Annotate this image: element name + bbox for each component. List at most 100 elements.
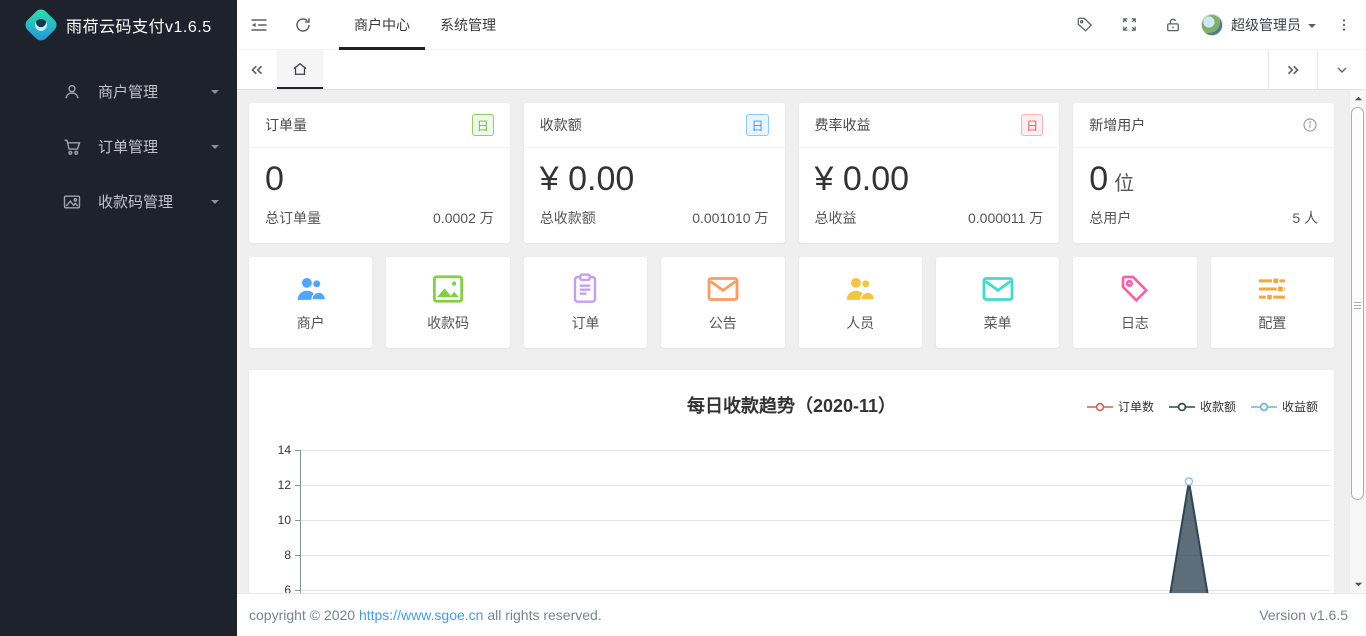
- shortcut-row: 商户 收款码 订单 公告: [249, 257, 1334, 348]
- shortcut-label: 公告: [709, 313, 737, 333]
- copyright-prefix: copyright © 2020: [249, 607, 359, 623]
- fullscreen-icon[interactable]: [1107, 0, 1151, 50]
- stat-footer-value: 5 人: [1292, 208, 1318, 228]
- sidebar-item-merchant-management[interactable]: 商户管理: [0, 64, 237, 119]
- stat-value: 0: [1089, 160, 1108, 198]
- envelope-icon: [979, 272, 1017, 306]
- tabs-scroll-right-icon[interactable]: [1269, 50, 1317, 89]
- image-icon: [429, 272, 467, 306]
- shortcut-staff[interactable]: 人员: [799, 257, 922, 348]
- y-axis-label: 12: [278, 478, 291, 492]
- tag-icon[interactable]: [1063, 0, 1107, 50]
- legend-label: 订单数: [1118, 398, 1154, 415]
- sidebar-item-qrcode-management[interactable]: 收款码管理: [0, 174, 237, 229]
- stat-value-suffix: 位: [1114, 173, 1134, 195]
- shortcut-label: 收款码: [427, 313, 469, 333]
- stat-value: ¥ 0.00: [815, 160, 910, 198]
- shortcut-logs[interactable]: 日志: [1073, 257, 1196, 348]
- shortcut-menu[interactable]: 菜单: [936, 257, 1059, 348]
- version-text: Version v1.6.5: [1259, 607, 1348, 623]
- content-area: 订单量 日 0 总订单量 0.0002 万 收款额 日 ¥ 0.00 总收款额 …: [237, 90, 1366, 593]
- copyright-text: copyright © 2020 https://www.sgoe.cn all…: [249, 607, 602, 623]
- sidebar-item-order-management[interactable]: 订单管理: [0, 119, 237, 174]
- sliders-icon: [1253, 272, 1291, 306]
- sidebar-item-label: 收款码管理: [98, 191, 209, 212]
- sidebar-item-label: 商户管理: [98, 81, 209, 102]
- stat-card-new-users: 新增用户 0位 总用户 5 人: [1073, 103, 1334, 243]
- tag-icon: [1116, 272, 1154, 306]
- shortcut-settings[interactable]: 配置: [1211, 257, 1334, 348]
- vertical-scrollbar[interactable]: [1349, 90, 1366, 593]
- stat-card-received: 收款额 日 ¥ 0.00 总收款额 0.001010 万: [524, 103, 785, 243]
- stat-footer-value: 0.0002 万: [433, 208, 494, 228]
- user-name[interactable]: 超级管理员: [1231, 15, 1301, 35]
- shortcut-announcement[interactable]: 公告: [661, 257, 784, 348]
- scrollbar-grip: [1354, 300, 1361, 311]
- top-nav-tabs: 商户中心 系统管理: [339, 0, 511, 50]
- shortcut-label: 菜单: [984, 313, 1012, 333]
- scroll-up-icon[interactable]: [1350, 90, 1366, 107]
- day-badge[interactable]: 日: [472, 114, 494, 136]
- day-badge[interactable]: 日: [1021, 114, 1043, 136]
- stat-footer-label: 总订单量: [265, 208, 321, 228]
- scroll-down-icon[interactable]: [1350, 576, 1366, 593]
- y-axis-label: 14: [278, 443, 291, 457]
- tabbar-right: [1268, 50, 1366, 89]
- stat-card-orders: 订单量 日 0 总订单量 0.0002 万: [249, 103, 510, 243]
- avatar[interactable]: [1201, 14, 1223, 36]
- tabs-scroll-left-icon[interactable]: [237, 50, 277, 89]
- legend-label: 收款额: [1200, 398, 1236, 415]
- stat-footer-value: 0.001010 万: [692, 208, 768, 228]
- daily-trend-chart-card: 每日收款趋势（2020-11） 订单数 收款额 收益额 14121086: [249, 370, 1334, 593]
- topbar-right: 超级管理员: [1063, 0, 1366, 50]
- shortcut-label: 配置: [1258, 313, 1286, 333]
- legend-item-received[interactable]: 收款额: [1169, 398, 1236, 415]
- shortcut-merchant[interactable]: 商户: [249, 257, 372, 348]
- tab-merchant-center[interactable]: 商户中心: [339, 0, 425, 50]
- legend-item-orders[interactable]: 订单数: [1087, 398, 1154, 415]
- tab-system-management[interactable]: 系统管理: [425, 0, 511, 50]
- y-axis-label: 8: [284, 548, 291, 562]
- scrollbar-thumb[interactable]: [1351, 107, 1364, 500]
- stat-footer-label: 总收款额: [540, 208, 596, 228]
- chart-series-canvas: [301, 450, 1331, 593]
- shortcut-orders[interactable]: 订单: [524, 257, 647, 348]
- stat-card-row: 订单量 日 0 总订单量 0.0002 万 收款额 日 ¥ 0.00 总收款额 …: [249, 103, 1334, 243]
- chevron-down-icon: [209, 196, 221, 208]
- shortcut-label: 日志: [1121, 313, 1149, 333]
- unlock-icon[interactable]: [1151, 0, 1195, 50]
- refresh-icon[interactable]: [281, 0, 325, 50]
- chevron-down-icon: [209, 141, 221, 153]
- info-icon[interactable]: [1302, 117, 1318, 133]
- stat-value: ¥ 0.00: [540, 160, 635, 198]
- stat-title: 订单量: [265, 115, 307, 135]
- app-logo-icon: [23, 7, 60, 44]
- tab-options-chevron-icon[interactable]: [1318, 50, 1366, 89]
- footer-link[interactable]: https://www.sgoe.cn: [359, 607, 484, 623]
- envelope-icon: [704, 272, 742, 306]
- y-axis-label: 6: [284, 583, 291, 593]
- tab-home[interactable]: [277, 50, 323, 89]
- chevron-down-icon: [209, 86, 221, 98]
- stat-value: 0: [265, 160, 284, 198]
- stat-title: 费率收益: [815, 115, 871, 135]
- app-logo[interactable]: 雨荷云码支付v1.6.5: [0, 0, 237, 50]
- chevron-down-icon[interactable]: [1306, 20, 1318, 32]
- sidebar-menu: 商户管理 订单管理 收款码管理: [0, 64, 237, 229]
- users-icon: [292, 272, 330, 306]
- more-options-icon[interactable]: [1322, 0, 1366, 50]
- collapse-sidebar-icon[interactable]: [237, 0, 281, 50]
- top-navbar: 商户中心 系统管理 超级管理员: [237, 0, 1366, 50]
- sidebar: 雨荷云码支付v1.6.5 商户管理 订单管理 收款码管理: [0, 0, 237, 636]
- home-icon: [291, 60, 309, 78]
- legend-item-profit[interactable]: 收益额: [1251, 398, 1318, 415]
- day-badge[interactable]: 日: [746, 114, 768, 136]
- shortcut-label: 人员: [846, 313, 874, 333]
- shortcut-qrcode[interactable]: 收款码: [386, 257, 509, 348]
- page-tab-bar: [237, 50, 1366, 90]
- main-column: 商户中心 系统管理 超级管理员: [237, 0, 1366, 636]
- user-icon: [62, 82, 82, 102]
- stat-footer-label: 总用户: [1089, 208, 1131, 228]
- stat-card-fee-profit: 费率收益 日 ¥ 0.00 总收益 0.000011 万: [799, 103, 1060, 243]
- app-title: 雨荷云码支付v1.6.5: [66, 13, 212, 37]
